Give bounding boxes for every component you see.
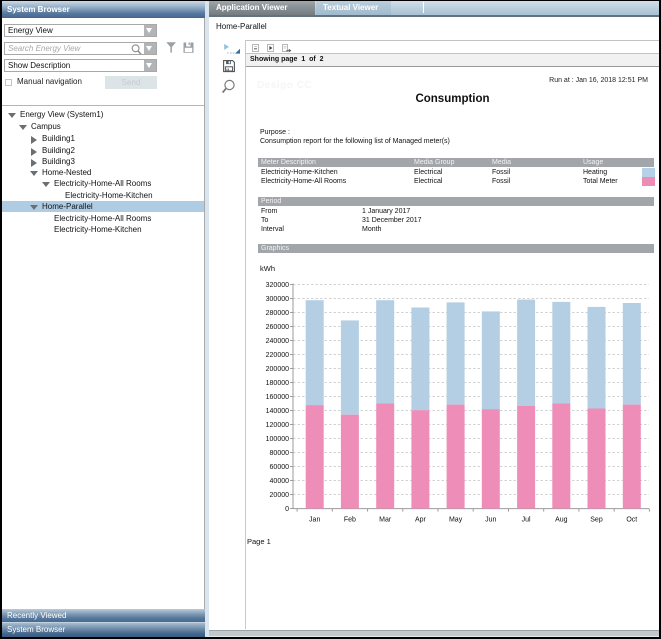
svg-text:180000: 180000	[266, 380, 289, 387]
svg-text:320000: 320000	[266, 282, 289, 289]
svg-text:240000: 240000	[266, 338, 289, 345]
svg-text:280000: 280000	[266, 310, 289, 317]
svg-text:220000: 220000	[266, 352, 289, 359]
svg-text:Jul: Jul	[522, 517, 531, 524]
svg-text:Mar: Mar	[379, 517, 392, 524]
svg-text:May: May	[449, 517, 463, 524]
svg-text:Feb: Feb	[344, 517, 356, 524]
svg-text:140000: 140000	[266, 408, 289, 415]
svg-text:260000: 260000	[266, 324, 289, 331]
svg-text:Oct: Oct	[626, 517, 637, 524]
svg-text:Aug: Aug	[555, 517, 568, 524]
svg-text:80000: 80000	[270, 450, 290, 457]
svg-text:0: 0	[285, 506, 289, 513]
svg-text:300000: 300000	[266, 296, 289, 303]
svg-text:160000: 160000	[266, 394, 289, 401]
svg-text:120000: 120000	[266, 422, 289, 429]
svg-text:200000: 200000	[266, 366, 289, 373]
svg-text:Apr: Apr	[415, 517, 427, 524]
svg-text:Sep: Sep	[590, 517, 603, 524]
svg-text:Jan: Jan	[309, 517, 320, 524]
svg-text:40000: 40000	[270, 478, 290, 485]
svg-text:100000: 100000	[266, 436, 289, 443]
svg-text:60000: 60000	[270, 464, 290, 471]
svg-text:20000: 20000	[270, 492, 290, 499]
svg-text:Jun: Jun	[485, 517, 496, 524]
